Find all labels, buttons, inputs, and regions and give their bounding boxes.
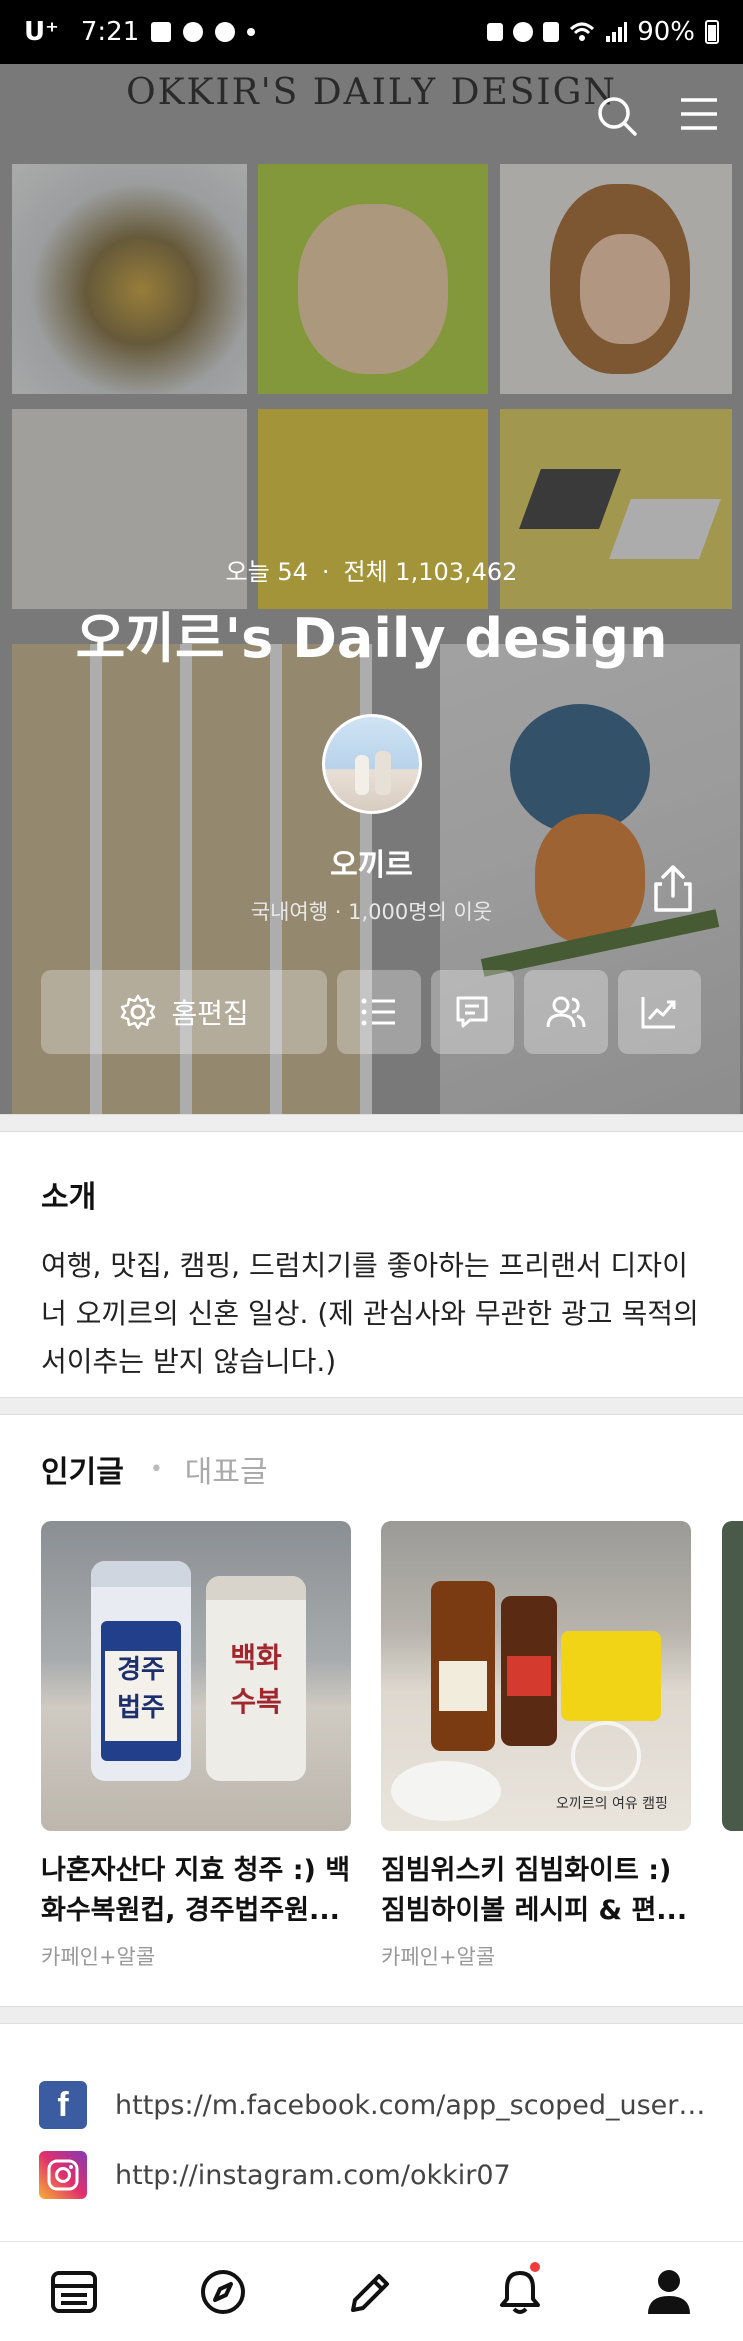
nav-notifications[interactable] — [480, 2252, 560, 2332]
talk-notification-icon — [215, 22, 236, 42]
status-bar: U⁺ 7:21 90% — [0, 0, 743, 64]
nav-explore[interactable] — [183, 2252, 263, 2332]
list-icon — [361, 998, 395, 1026]
section-divider — [0, 2006, 743, 2024]
camping-sign: 오끼르의 여유 캠핑 — [556, 1796, 668, 1812]
gallery-notification-icon — [151, 22, 172, 42]
intro-text: 여행, 맛집, 캠핑, 드럼치기를 좋아하는 프리랜서 디자이너 오끼르의 신혼… — [41, 1249, 699, 1378]
mute-icon — [543, 22, 560, 42]
tab-popular[interactable]: 인기글 — [41, 1447, 124, 1491]
clock: 7:21 — [80, 17, 140, 47]
visitor-stats: 오늘 54 · 전체 1,103,462 — [0, 552, 743, 587]
compass-icon — [200, 2269, 245, 2314]
bottom-nav — [0, 2241, 743, 2341]
section-divider — [0, 1397, 743, 1415]
post-thumbnail: 경주 법주 백화 수복 — [41, 1521, 351, 1831]
wifi-icon — [570, 22, 595, 41]
whiskey-bottle — [431, 1581, 495, 1751]
feed-icon — [51, 2270, 98, 2313]
signal-icon — [606, 22, 628, 42]
post-thumbnail: 오끼르의 여유 캠핑 — [381, 1521, 691, 1831]
blog-subinfo[interactable]: 국내여행 · 1,000명의 이웃 — [0, 896, 743, 926]
notification-badge — [530, 2261, 541, 2272]
facebook-link[interactable]: f https://m.facebook.com/app_scoped_user… — [39, 2080, 715, 2130]
nav-write[interactable] — [331, 2252, 411, 2332]
bell-icon — [500, 2270, 541, 2314]
today-visitors: 오늘 54 — [225, 558, 308, 586]
total-visitors: 전체 1,103,462 — [343, 558, 518, 586]
popular-post-card[interactable]: 오끼르의 여유 캠핑 짐빔위스키 짐빔화이트 :) 짐빔하이볼 레시피 & 편.… — [381, 1521, 691, 1971]
trend-chart-icon — [641, 997, 676, 1029]
nav-profile[interactable] — [629, 2252, 709, 2332]
post-title: 짐빔위스키 짐빔화이트 :) 짐빔하이볼 레시피 & 편... — [381, 1855, 688, 1926]
instagram-url: http://instagram.com/okkir07 — [115, 2159, 511, 2191]
tab-featured[interactable]: 대표글 — [185, 1447, 268, 1491]
neighbors-button[interactable] — [524, 970, 608, 1054]
blog-title: 오끼르's Daily design — [75, 607, 668, 670]
message-icon — [456, 996, 488, 1028]
popular-post-card-peek[interactable] — [722, 1521, 743, 1831]
popular-post-card[interactable]: 경주 법주 백화 수복 나혼자산다 지효 청주 :) 백화수복원컵, 경주법주원… — [41, 1521, 351, 1971]
post-title: 나혼자산다 지효 청주 :) 백화수복원컵, 경주법주원... — [41, 1855, 351, 1926]
post-tabs: 인기글 • 대표글 — [41, 1447, 268, 1491]
tab-separator: • — [149, 1456, 163, 1482]
plate — [391, 1761, 501, 1821]
bottle-left-label: 경주 법주 — [105, 1651, 177, 1741]
nav-feed[interactable] — [34, 2252, 114, 2332]
facebook-url: https://m.facebook.com/app_scoped_user_i… — [115, 2089, 715, 2121]
menu-icon[interactable] — [679, 94, 719, 134]
avatar-figure — [375, 751, 391, 795]
screen: U⁺ 7:21 90% OKKIR'S DAILY DESIGN 오늘 54 ·… — [0, 0, 743, 2341]
profile-icon — [647, 2269, 690, 2314]
external-links: f https://m.facebook.com/app_scoped_user… — [39, 2080, 715, 2220]
yellow-cans — [561, 1631, 661, 1721]
post-category: 카페인+알콜 — [381, 1945, 496, 1969]
instagram-icon — [39, 2151, 87, 2199]
statistics-button[interactable] — [617, 970, 702, 1054]
pencil-icon — [351, 2273, 390, 2312]
instagram-link[interactable]: http://instagram.com/okkir07 — [39, 2150, 715, 2200]
guestbook-button[interactable] — [430, 970, 515, 1054]
intro-title: 소개 — [41, 1180, 97, 1215]
edit-home-button[interactable]: 홈편집 — [41, 970, 328, 1054]
nickname: 오끼르 — [330, 848, 413, 883]
bottle-right: 백화 수복 — [206, 1576, 306, 1781]
bottle-right-label: 백화 수복 — [230, 1641, 282, 1718]
bottle-left: 경주 법주 — [91, 1561, 191, 1781]
cover-dim-overlay — [0, 64, 743, 1114]
post-category: 카페인+알콜 — [41, 1945, 156, 1969]
glass — [571, 1721, 641, 1791]
share-button[interactable] — [650, 864, 696, 918]
stats-separator: · — [321, 558, 330, 586]
edit-home-label: 홈편집 — [171, 997, 249, 1030]
share-icon — [654, 865, 692, 912]
post-list-button[interactable] — [337, 970, 421, 1054]
carrier-label: U⁺ — [24, 17, 59, 47]
link-notification-icon — [183, 22, 204, 42]
second-bottle — [501, 1596, 557, 1746]
battery-percent: 90% — [637, 17, 695, 47]
avatar[interactable] — [322, 714, 422, 814]
section-divider — [0, 1114, 743, 1132]
alarm-icon — [513, 22, 534, 42]
battery-icon — [705, 20, 719, 44]
blog-action-row: 홈편집 — [41, 970, 702, 1054]
people-icon — [546, 996, 586, 1028]
blog-cover: OKKIR'S DAILY DESIGN 오늘 54 · 전체 1,103,462 … — [0, 64, 743, 1114]
more-notifications-icon — [247, 28, 256, 36]
lock-icon — [487, 23, 504, 41]
cover-top-actions — [595, 94, 719, 138]
gear-icon — [121, 994, 156, 1030]
facebook-icon: f — [39, 2081, 87, 2129]
avatar-figure — [355, 755, 369, 795]
search-icon[interactable] — [595, 94, 639, 138]
